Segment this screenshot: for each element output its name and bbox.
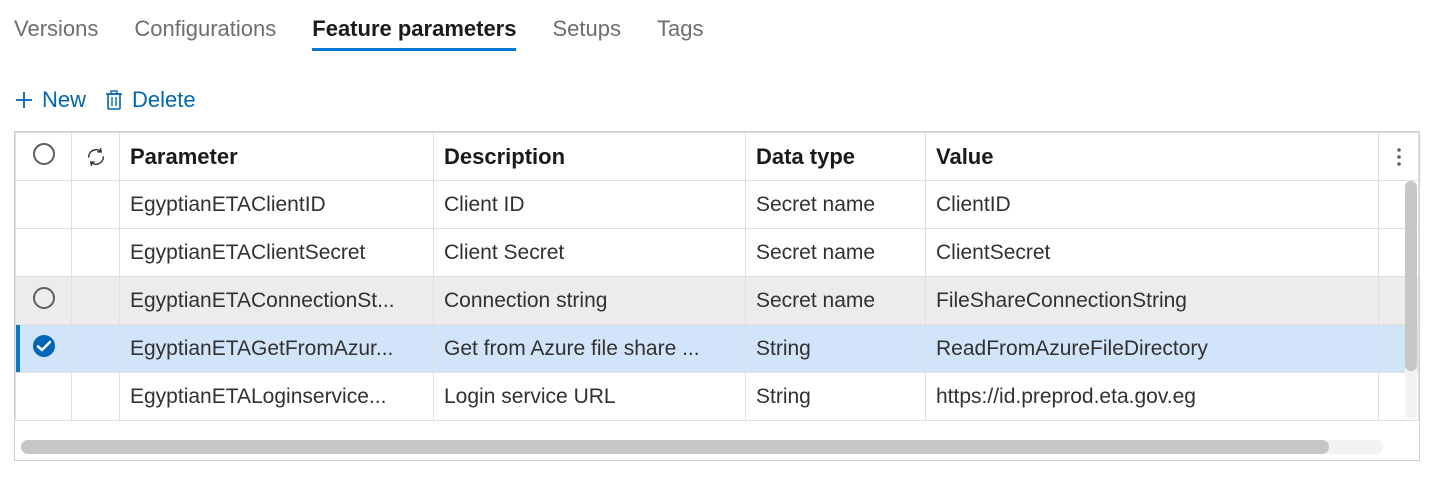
cell-value[interactable]: ReadFromAzureFileDirectory	[926, 325, 1379, 373]
cell-parameter[interactable]: EgyptianETAClientID	[120, 181, 434, 229]
row-selector[interactable]	[16, 229, 72, 277]
cell-description[interactable]: Client Secret	[434, 229, 746, 277]
cell-value[interactable]: ClientID	[926, 181, 1379, 229]
tab-tags[interactable]: Tags	[657, 16, 703, 51]
cell-parameter[interactable]: EgyptianETAConnectionSt...	[120, 277, 434, 325]
cell-parameter[interactable]: EgyptianETAClientSecret	[120, 229, 434, 277]
tab-versions[interactable]: Versions	[14, 16, 98, 51]
tab-bar: Versions Configurations Feature paramete…	[14, 10, 1420, 59]
plus-icon	[14, 90, 34, 110]
new-button-label: New	[42, 87, 86, 113]
cell-value[interactable]: ClientSecret	[926, 229, 1379, 277]
cell-data-type[interactable]: Secret name	[746, 229, 926, 277]
cell-value[interactable]: https://id.preprod.eta.gov.eg	[926, 373, 1379, 421]
table-row[interactable]: EgyptianETALoginservice... Login service…	[16, 373, 1419, 421]
column-header-value[interactable]: Value	[926, 133, 1379, 181]
grid-toolbar: New Delete	[14, 87, 1420, 113]
row-selector[interactable]	[16, 277, 72, 325]
refresh-icon	[72, 146, 119, 168]
row-selector[interactable]	[16, 373, 72, 421]
more-vertical-icon	[1379, 145, 1418, 169]
row-radio-empty-icon	[33, 287, 55, 309]
table-row[interactable]: EgyptianETAClientID Client ID Secret nam…	[16, 181, 1419, 229]
cell-description[interactable]: Connection string	[434, 277, 746, 325]
horizontal-scroll-thumb[interactable]	[21, 440, 1329, 454]
horizontal-scrollbar[interactable]	[21, 440, 1383, 454]
table-row[interactable]: EgyptianETAConnectionSt... Connection st…	[16, 277, 1419, 325]
tab-feature-parameters[interactable]: Feature parameters	[312, 16, 516, 51]
select-all-header[interactable]	[16, 133, 72, 181]
cell-description[interactable]: Client ID	[434, 181, 746, 229]
table-row[interactable]: EgyptianETAGetFromAzur... Get from Azure…	[16, 325, 1419, 373]
refresh-header[interactable]	[72, 133, 120, 181]
tab-setups[interactable]: Setups	[552, 16, 621, 51]
cell-description[interactable]: Get from Azure file share ...	[434, 325, 746, 373]
select-all-radio-icon	[33, 143, 55, 165]
cell-data-type[interactable]: Secret name	[746, 277, 926, 325]
row-selector[interactable]	[16, 181, 72, 229]
new-button[interactable]: New	[14, 87, 86, 113]
column-options-button[interactable]	[1379, 133, 1419, 181]
cell-data-type[interactable]: String	[746, 373, 926, 421]
cell-data-type[interactable]: String	[746, 325, 926, 373]
trash-icon	[104, 89, 124, 111]
column-header-description[interactable]: Description	[434, 133, 746, 181]
cell-value[interactable]: FileShareConnectionString	[926, 277, 1379, 325]
tab-configurations[interactable]: Configurations	[134, 16, 276, 51]
cell-data-type[interactable]: Secret name	[746, 181, 926, 229]
row-selector[interactable]	[16, 325, 72, 373]
row-radio-checked-icon	[32, 334, 56, 358]
vertical-scrollbar[interactable]	[1405, 181, 1417, 419]
cell-parameter[interactable]: EgyptianETAGetFromAzur...	[120, 325, 434, 373]
column-header-data-type[interactable]: Data type	[746, 133, 926, 181]
delete-button-label: Delete	[132, 87, 196, 113]
cell-description[interactable]: Login service URL	[434, 373, 746, 421]
column-header-parameter[interactable]: Parameter	[120, 133, 434, 181]
delete-button[interactable]: Delete	[104, 87, 196, 113]
parameters-grid: Parameter Description Data type Value	[14, 131, 1420, 461]
vertical-scroll-thumb[interactable]	[1405, 181, 1417, 371]
cell-parameter[interactable]: EgyptianETALoginservice...	[120, 373, 434, 421]
table-row[interactable]: EgyptianETAClientSecret Client Secret Se…	[16, 229, 1419, 277]
